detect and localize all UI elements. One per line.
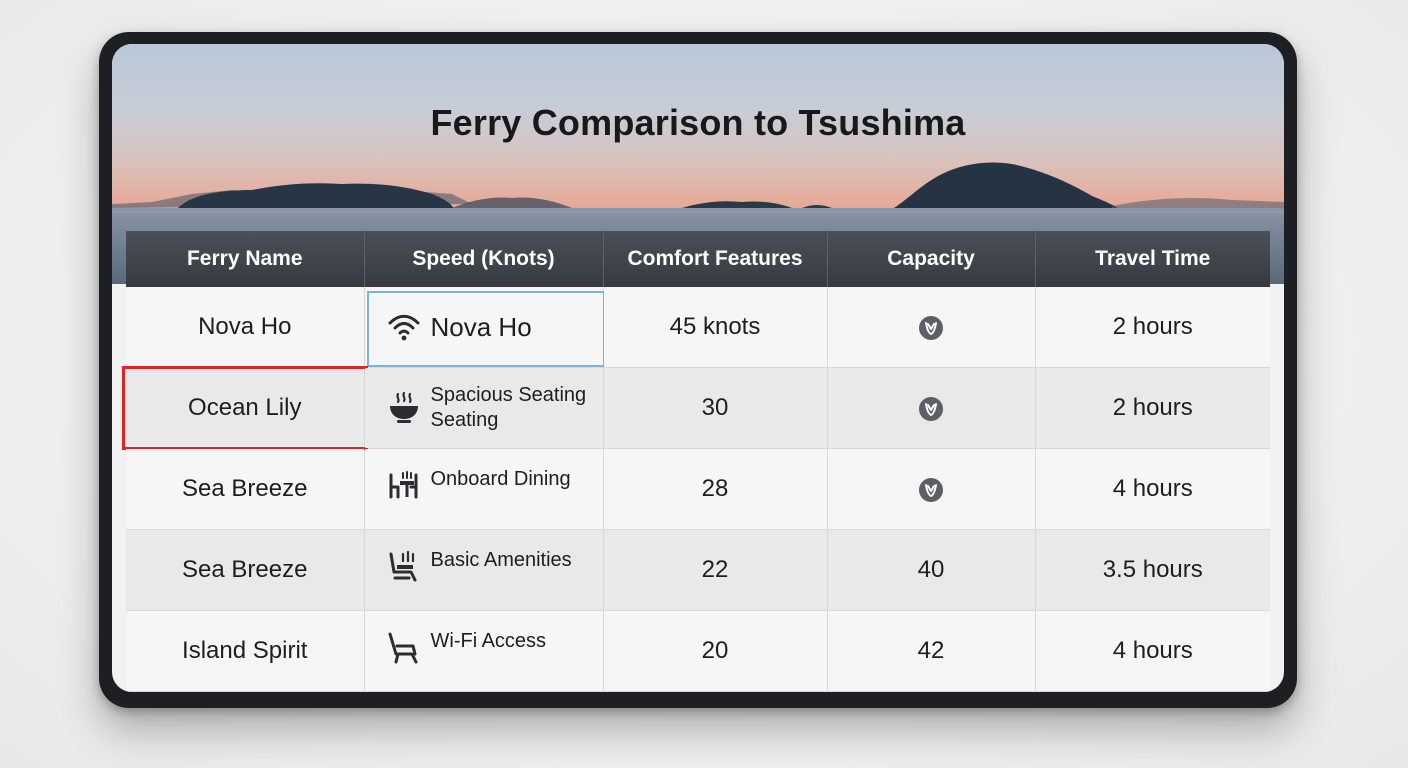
speed-text-line1: Spacious Seating bbox=[430, 384, 587, 406]
speed-text: Onboard Dining bbox=[430, 468, 571, 490]
ferry-name-cell[interactable]: Island Spirit bbox=[126, 610, 365, 692]
travel-time-cell[interactable]: 3.5 hours bbox=[1035, 529, 1270, 611]
capacity-cell[interactable] bbox=[827, 287, 1036, 368]
steaming-bowl-icon bbox=[389, 391, 418, 423]
tablet-screen: Ferry Comparison to Tsushima Ferry Name … bbox=[112, 44, 1284, 692]
table-header-row: Ferry Name Speed (Knots) Comfort Feature… bbox=[126, 231, 1270, 287]
table-row[interactable]: Island Spirit Wi-Fi Access 20 42 4 hours bbox=[126, 610, 1270, 692]
speed-cell[interactable]: Spacious Seating Seating bbox=[364, 367, 604, 449]
column-header-comfort[interactable]: Comfort Features bbox=[603, 231, 828, 287]
column-header-capacity[interactable]: Capacity bbox=[827, 231, 1036, 287]
table-row[interactable]: Sea Breeze Onboard Dining 28 4 hours bbox=[126, 448, 1270, 530]
ferry-name-cell[interactable]: Sea Breeze bbox=[126, 529, 365, 611]
speed-cell[interactable]: Nova Ho bbox=[364, 287, 605, 368]
feature-content: Basic Amenities bbox=[365, 530, 603, 610]
capacity-cell[interactable] bbox=[827, 448, 1036, 530]
capacity-badge-icon bbox=[919, 396, 943, 421]
speed-cell[interactable]: Basic Amenities bbox=[364, 529, 604, 611]
column-header-ferry-name[interactable]: Ferry Name bbox=[126, 231, 365, 287]
feature-content: Wi-Fi Access bbox=[365, 611, 603, 691]
column-header-speed[interactable]: Speed (Knots) bbox=[364, 231, 604, 287]
feature-content: Nova Ho bbox=[365, 287, 603, 367]
table-row[interactable]: Ocean Lily Spacious Seating Seating 30 2… bbox=[122, 366, 1270, 450]
speed-text: Nova Ho bbox=[430, 311, 532, 342]
comfort-cell[interactable]: 30 bbox=[603, 367, 828, 449]
travel-time-cell[interactable]: 2 hours bbox=[1035, 287, 1270, 368]
ferry-name-cell[interactable]: Sea Breeze bbox=[126, 448, 365, 530]
capacity-badge-icon bbox=[919, 477, 943, 502]
ferry-name-cell[interactable]: Nova Ho bbox=[126, 287, 365, 368]
capacity-badge-icon bbox=[919, 315, 943, 340]
comfort-cell[interactable]: 22 bbox=[603, 529, 828, 611]
seat-amenities-icon bbox=[389, 550, 416, 582]
travel-time-cell[interactable]: 2 hours bbox=[1035, 367, 1270, 449]
comfort-cell[interactable]: 45 knots bbox=[603, 287, 828, 368]
travel-time-cell[interactable]: 4 hours bbox=[1035, 448, 1270, 530]
tablet-frame: Ferry Comparison to Tsushima Ferry Name … bbox=[99, 32, 1297, 708]
feature-content: Onboard Dining bbox=[365, 449, 603, 529]
comfort-cell[interactable]: 28 bbox=[603, 448, 828, 530]
speed-text: Spacious Seating Seating bbox=[431, 383, 587, 433]
dining-table-icon bbox=[389, 471, 417, 499]
speed-text: Wi-Fi Access bbox=[430, 630, 547, 652]
ferry-comparison-table: Ferry Name Speed (Knots) Comfort Feature… bbox=[122, 231, 1270, 692]
table-row[interactable]: Nova Ho Nova Ho 45 knots 2 hours bbox=[126, 287, 1270, 368]
wifi-icon bbox=[388, 314, 419, 341]
speed-text: Basic Amenities bbox=[430, 549, 572, 571]
feature-content: Spacious Seating Seating bbox=[365, 368, 603, 448]
capacity-cell[interactable]: 42 bbox=[827, 610, 1036, 692]
capacity-cell[interactable] bbox=[827, 367, 1036, 449]
capacity-cell[interactable]: 40 bbox=[827, 529, 1036, 611]
ferry-name-cell[interactable]: Ocean Lily bbox=[122, 366, 368, 450]
page-title: Ferry Comparison to Tsushima bbox=[430, 102, 966, 143]
table-row[interactable]: Sea Breeze Basic Amenities 22 40 3.5 hou… bbox=[126, 529, 1270, 611]
speed-text-line2: Seating bbox=[430, 409, 499, 431]
speed-cell[interactable]: Wi-Fi Access bbox=[364, 610, 604, 692]
ferry-name-text: Ocean Lily bbox=[188, 394, 302, 421]
column-header-travel-time[interactable]: Travel Time bbox=[1035, 231, 1270, 287]
page: Ferry Comparison to Tsushima Ferry Name … bbox=[0, 0, 1408, 768]
comfort-cell[interactable]: 20 bbox=[603, 610, 828, 692]
reclining-seat-icon bbox=[388, 632, 417, 664]
travel-time-cell[interactable]: 4 hours bbox=[1035, 610, 1270, 692]
speed-cell[interactable]: Onboard Dining bbox=[364, 448, 604, 530]
